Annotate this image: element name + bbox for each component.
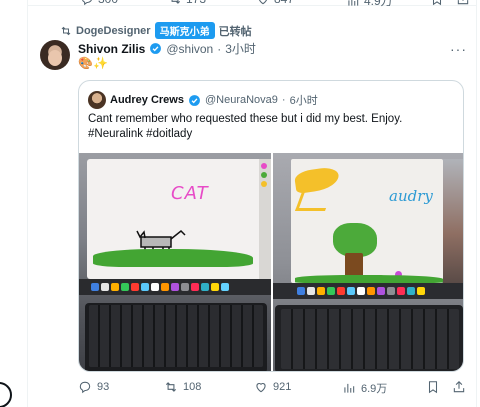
views-icon (344, 383, 355, 393)
more-icon[interactable]: ··· (450, 41, 467, 57)
author-avatar[interactable] (40, 40, 70, 70)
tweet-time[interactable]: 3小时 (225, 40, 256, 57)
retweet-banner[interactable]: DogeDesigner 马斯克小弟 已转帖 (60, 22, 252, 39)
reply-icon (79, 381, 91, 394)
prev-retweet-button[interactable]: 173 (168, 0, 206, 6)
retweet-suffix: 已转帖 (218, 25, 252, 38)
retweeter-badge: 马斯克小弟 (154, 22, 215, 39)
prev-reply-button[interactable]: 300 (80, 0, 118, 6)
retweet-icon (171, 0, 181, 4)
prev-retweet-count: 173 (186, 0, 206, 6)
share-icon (453, 381, 465, 393)
quote-header: Audrey Crews @NeuraNova9 · 6小时 (110, 92, 318, 108)
screen-wallpaper (443, 159, 463, 283)
header-separator: · (217, 41, 222, 56)
tweet-text: 🎨✨ (78, 56, 108, 70)
quote-photo-right[interactable]: audry (273, 153, 463, 371)
retweet-button[interactable]: 108 (164, 380, 201, 394)
left-edge (0, 0, 30, 407)
prev-like-button[interactable]: 847 (256, 0, 294, 6)
retweet-icon (165, 382, 177, 392)
bookmark-button[interactable] (426, 380, 440, 394)
author-handle[interactable]: @shivon (166, 42, 213, 56)
prev-like-count: 847 (274, 0, 294, 6)
drawing-text-cat: CAT (171, 183, 209, 204)
share-button[interactable] (452, 380, 466, 394)
retweet-icon (61, 26, 71, 35)
retweeter-name[interactable]: DogeDesigner (76, 25, 151, 37)
views-icon (348, 0, 359, 6)
prev-views-count: 4.9万 (364, 0, 393, 8)
quote-author-avatar[interactable] (88, 91, 106, 109)
verified-icon (150, 43, 162, 54)
tweet-header: Shivon Zilis @shivon · 3小时 (78, 40, 256, 57)
bookmark-icon (432, 0, 442, 6)
grass-drawing (93, 249, 253, 267)
views-count: 6.9万 (361, 383, 388, 395)
tree-canopy-drawing (333, 223, 377, 257)
keyboard-keys (89, 305, 263, 367)
like-icon (256, 383, 266, 393)
dock (91, 281, 259, 293)
dock (297, 285, 447, 297)
keyboard-keys (281, 309, 459, 369)
views-button[interactable]: 6.9万 (342, 380, 387, 396)
prev-views-button[interactable]: 4.9万 (346, 0, 393, 9)
quote-photo-left[interactable]: CAT (79, 153, 271, 371)
drawing-text-signature: audry (389, 187, 433, 205)
grass-drawing (295, 275, 443, 283)
reply-icon (82, 0, 92, 6)
quote-author-name[interactable]: Audrey Crews (110, 94, 184, 106)
color-tools (261, 163, 267, 193)
prev-share-button[interactable] (456, 0, 470, 6)
reply-button[interactable]: 93 (78, 380, 109, 394)
like-button[interactable]: 921 (254, 380, 291, 394)
prev-reply-count: 300 (98, 0, 118, 6)
retweet-count: 108 (183, 381, 202, 393)
right-divider (476, 0, 477, 407)
share-icon (457, 0, 469, 5)
quoted-tweet-card[interactable]: Audrey Crews @NeuraNova9 · 6小时 Cant reme… (78, 80, 464, 372)
verified-icon (189, 94, 200, 106)
quote-time[interactable]: 6小时 (290, 92, 318, 108)
left-divider (27, 0, 28, 407)
prev-bookmark-button[interactable] (430, 0, 444, 6)
quote-author-handle[interactable]: @NeuraNova9 (205, 94, 278, 106)
like-count: 921 (273, 381, 292, 393)
tweet-actions: 93 108 921 6.9万 (78, 380, 468, 398)
quote-separator: · (281, 94, 286, 106)
reply-count: 93 (97, 381, 110, 393)
bookmark-icon (428, 381, 438, 394)
author-name[interactable]: Shivon Zilis (78, 42, 145, 56)
quote-text: Cant remember who requested these but i … (88, 113, 403, 140)
previous-tweet-actions: 300 173 847 4.9万 (28, 0, 476, 9)
like-icon (258, 0, 268, 5)
